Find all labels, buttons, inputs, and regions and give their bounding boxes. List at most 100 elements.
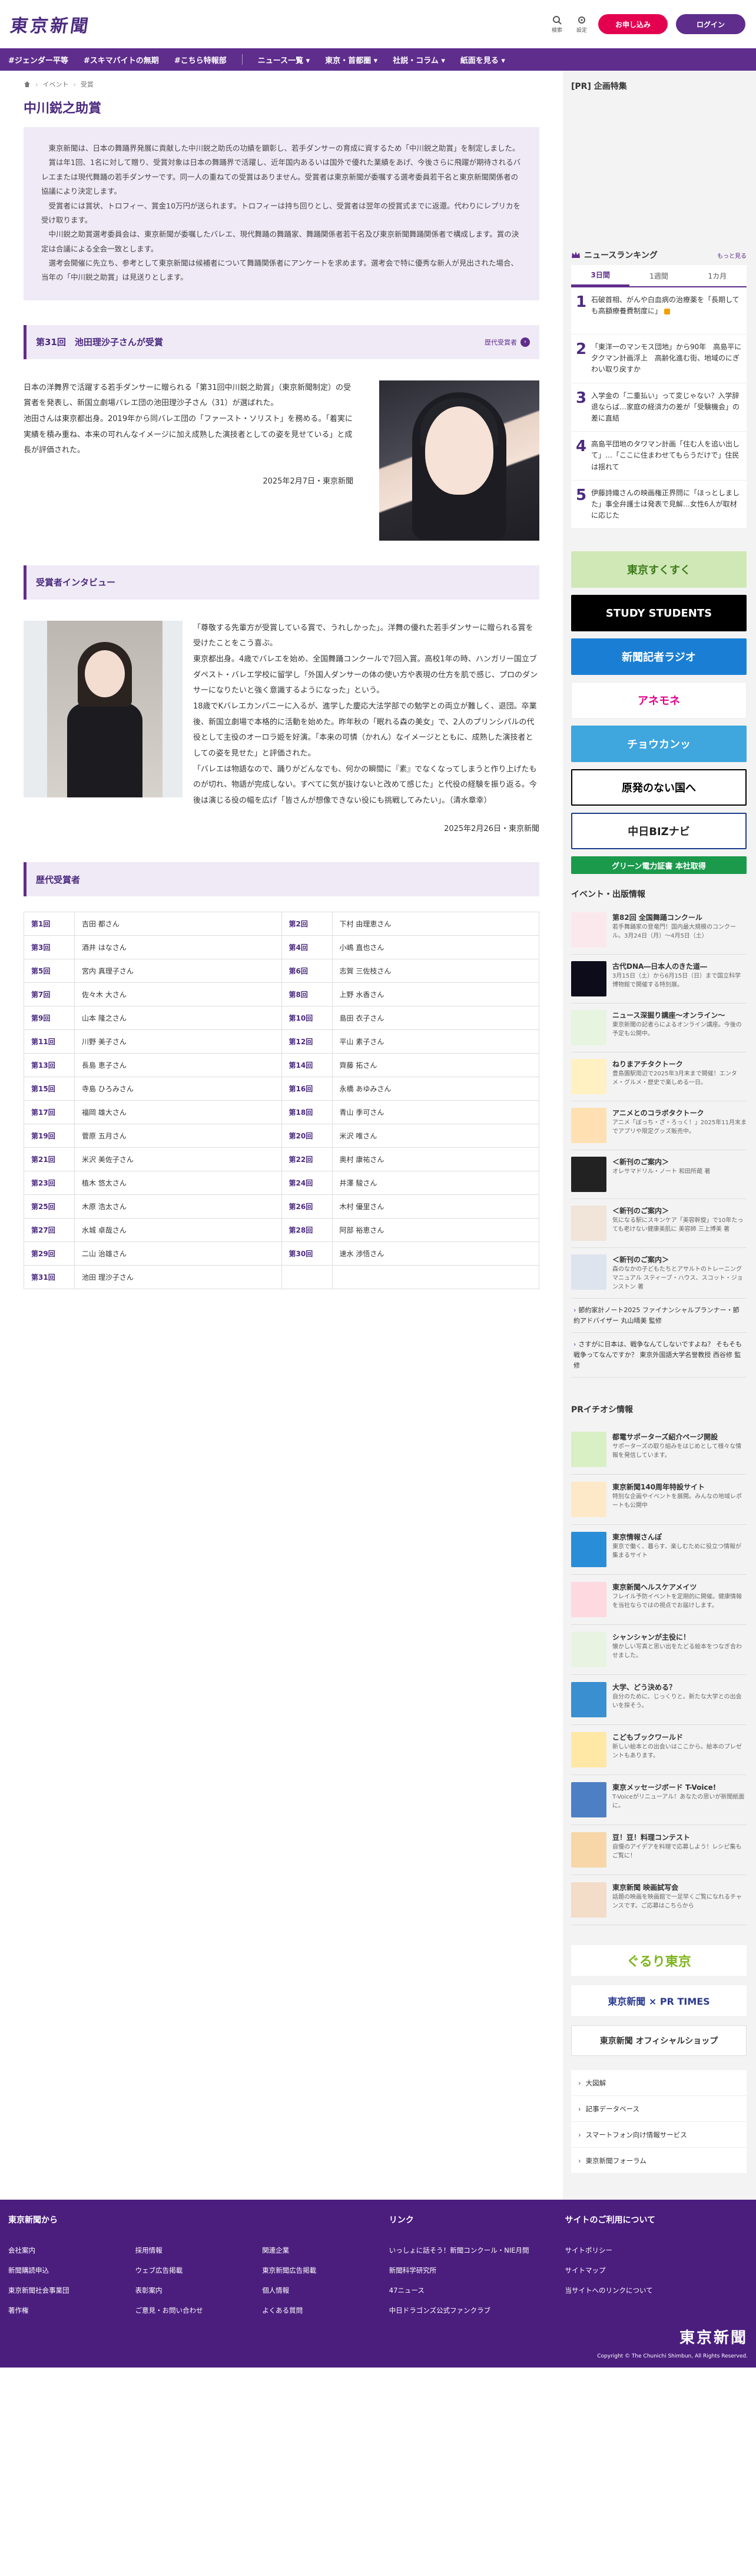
- event-item[interactable]: ＜新刊のご案内＞ オレサマドリル・ノート 和田所蔵 著: [571, 1150, 747, 1200]
- pr-pick-item[interactable]: こどもブックワールド 新しい絵本との出会いはここから。絵本のプレゼントもあります…: [571, 1725, 747, 1776]
- footer-link[interactable]: サイトポリシー: [565, 2246, 748, 2255]
- footer-link[interactable]: 中日ドラゴンズ公式ファンクラブ: [389, 2306, 565, 2315]
- footer-link[interactable]: ご意見・お問い合わせ: [135, 2306, 263, 2315]
- banner-nuclear-free[interactable]: 原発のない国へ: [571, 769, 747, 806]
- footer-link[interactable]: 東京新聞社会事業団: [8, 2286, 135, 2295]
- winner-edition: 第20回: [281, 1124, 333, 1148]
- pr-pick-item[interactable]: 都電サポーターズ紹介ページ開設 サポーターズの取り組みをはじめとして様々な情報を…: [571, 1425, 747, 1475]
- pr-pick-item[interactable]: 東京情報さんぽ 東京で働く、暮らす、楽しむために役立つ情報が集まるサイト: [571, 1525, 747, 1575]
- event-item[interactable]: 第82回 全国舞踊コンクール 若手舞踊家の登竜門！国内最大規模のコンクール。3月…: [571, 906, 747, 955]
- winner-edition: 第27回: [24, 1218, 75, 1243]
- ranking-item[interactable]: 4 高島平団地のタワマン計画「住む人を追い出して」…「ここに住まわせてもらうだけで…: [571, 432, 747, 481]
- sidebar-link-forum[interactable]: › 東京新聞フォーラム: [571, 2148, 747, 2174]
- pr-pick-item[interactable]: シャンシャンが主役に！ 懐かしい写真と思い出をたどる絵本をつなぎ合わせました。: [571, 1625, 747, 1676]
- subscribe-button[interactable]: お申し込み: [598, 14, 668, 34]
- footer-logo[interactable]: 東京新聞: [679, 2326, 748, 2347]
- nav-item-tokyo[interactable]: 東京・首都圏 ▾: [325, 54, 377, 65]
- footer-link[interactable]: いっしょに話そう！新聞コンクール・NIE月間: [389, 2246, 565, 2255]
- event-item[interactable]: アニメとのコラボタクトーク アニメ「ぼっち・ざ・ろっく！」2025年11月末まで…: [571, 1101, 747, 1151]
- winner-edition: 第5回: [24, 959, 75, 984]
- banner-anemone[interactable]: アネモネ: [571, 682, 747, 719]
- banner-green-power[interactable]: グリーン電力証書 本社取得: [571, 856, 747, 875]
- ranking-item[interactable]: 3 入学金の「二重払い」って変じゃない？入学辞退ならば…家庭の経済力の差が「受験機…: [571, 383, 747, 432]
- nav-item-gender[interactable]: #ジェンダー平等: [8, 54, 68, 65]
- footer-link[interactable]: 採用情報: [135, 2246, 263, 2255]
- footer-link[interactable]: 新聞科学研究所: [389, 2266, 565, 2275]
- interview-date: 2025年2月26日・東京新聞: [444, 825, 539, 834]
- breadcrumb-events[interactable]: イベント: [42, 80, 68, 89]
- ranking-more-link[interactable]: もっと見る: [717, 251, 747, 260]
- ranking-list: 1 石破首相、がんや白血病の治療薬を「長期しても高額療養費制度に」 2 「東洋一のマ…: [571, 287, 747, 529]
- settings-button[interactable]: 設定: [573, 15, 590, 34]
- winner-name: 小嶋 直也さん: [331, 935, 539, 960]
- sidebar-link-database[interactable]: › 記事データベース: [571, 2096, 747, 2123]
- login-button[interactable]: ログイン: [676, 14, 745, 34]
- footer-link[interactable]: ウェブ広告掲載: [135, 2266, 263, 2275]
- nav-item-sukima[interactable]: #スキマバイトの無期: [84, 54, 159, 65]
- search-button[interactable]: 検索: [549, 15, 565, 34]
- ranking-headline: 高島平団地のタワマン計画「住む人を追い出して」…「ここに住まわせてもらうだけで」…: [591, 440, 740, 471]
- winner-edition: 第19回: [24, 1124, 75, 1148]
- footer-link[interactable]: 当サイトへのリンクについて: [565, 2286, 748, 2295]
- book-link[interactable]: › 節約家計ノート2025 ファイナンシャルプランナー・節約アドバイザー 丸山晴美…: [571, 1299, 747, 1333]
- pr-pick-item[interactable]: 東京メッセージボード T-Voice! T-Voiceがリニューアル！あなたの思…: [571, 1775, 747, 1826]
- pr-pick-item[interactable]: 東京新聞ヘルスケアメイツ フレイル予防イベントを定期的に開催。健康情報を当社なら…: [571, 1575, 747, 1625]
- site-footer: 東京新聞から 会社案内 採用情報 関連企業 新聞購読申込 ウェブ広告掲載 東京新聞広告掲載…: [0, 2200, 756, 2368]
- footer-link[interactable]: 著作権: [8, 2306, 135, 2315]
- tab-1month[interactable]: 1カ月: [688, 265, 747, 286]
- intro-box: 東京新聞は、日本の舞踊界発展に貢献した中川鋭之助氏の功績を顕彰し、若手ダンサーの…: [24, 127, 539, 300]
- chevron-right-icon: ›: [520, 337, 530, 347]
- pr-pick-item[interactable]: 東京新聞 映画試写会 話題の映画を映画館で一足早くご覧になれるチャンスです。ご応…: [571, 1875, 747, 1926]
- banner-chunichi-biz[interactable]: 中日BIZナビ: [571, 813, 747, 850]
- footer-link[interactable]: 新聞購読申込: [8, 2266, 135, 2275]
- ranking-item[interactable]: 2 「東洋一のマンモス団地」から90年 高島平に夕クマン計画浮上 高齢化進む街、地…: [571, 335, 747, 383]
- event-item[interactable]: ＜新刊のご案内＞ 気になる駅にスキンケア「美容幹旋」で10年たっても老けない健康…: [571, 1199, 747, 1249]
- pr-pick-title: こどもブックワールド: [612, 1733, 684, 1742]
- tab-1week[interactable]: 1週間: [629, 265, 688, 286]
- banner-official-shop[interactable]: 東京新聞 オフィシャルショップ: [571, 2025, 747, 2057]
- ranking-item[interactable]: 5 伊藤詩織さんの映画権正界問に「ほっとしました」事全弁護士は発表で見解…女性6人…: [571, 481, 747, 529]
- pr-pick-item[interactable]: 大学、どう決める？ 自分のために、じっくりと。新たな大学との出会いを探そう。: [571, 1675, 747, 1726]
- breadcrumb-awards[interactable]: 受賞: [81, 80, 94, 89]
- nav-item-editorial[interactable]: 社説・コラム ▾: [393, 54, 445, 65]
- table-row: 第19回 菅原 五月さん 第20回 米沢 唯さん: [24, 1124, 539, 1148]
- event-item[interactable]: ＜新刊のご案内＞ 森のなかの子どもたちとアサルトのトレーニングマニュアル スティ…: [571, 1248, 747, 1299]
- footer-link[interactable]: 47ニュース: [389, 2286, 565, 2295]
- footer-link[interactable]: 関連企業: [262, 2246, 389, 2255]
- event-item[interactable]: 古代DNA―日本人のきた道― 3月15日（土）から6月15日（日）まで国立科学博…: [571, 955, 747, 1004]
- footer-link[interactable]: 表彰案内: [135, 2286, 263, 2295]
- nav-item-tokuhou[interactable]: #こちら特報部: [174, 54, 227, 65]
- sidebar-link-smartphone[interactable]: › スマートフォン向け情報サービス: [571, 2122, 747, 2148]
- banner-sukusuku[interactable]: 東京すくすく: [571, 551, 747, 588]
- tab-3days[interactable]: 3日間: [571, 265, 630, 286]
- sidebar-link-zukai[interactable]: › 大図解: [571, 2070, 747, 2097]
- ranking-title-wrap: ニュースランキング: [571, 249, 658, 261]
- banner-pr-times[interactable]: 東京新聞 × PR TIMES: [571, 1985, 747, 2017]
- pr-pick-item[interactable]: 東京新聞140周年特設サイト 特別な企画やイベントを展開。みんなの地域レポートも…: [571, 1475, 747, 1525]
- site-logo[interactable]: 東京新聞: [9, 11, 92, 37]
- footer-link[interactable]: 会社案内: [8, 2246, 135, 2255]
- event-item[interactable]: ねりまアチタクトーク 豊島園駅周辺で2025年3月末まで開催！エンタメ・グルメ・…: [571, 1052, 747, 1102]
- footer-link[interactable]: よくある質問: [262, 2306, 389, 2315]
- banner-chokan[interactable]: チョウカンッ: [571, 726, 747, 763]
- banner-study-students[interactable]: STUDY STUDENTS: [571, 595, 747, 632]
- pr-pick-item[interactable]: 豆！豆！料理コンテスト 自慢のアイデアを料理で応募しよう！レシピ集もご覧に！: [571, 1825, 747, 1876]
- page-body: › イベント › 受賞 中川鋭之助賞 東京新聞は、日本の舞踊界発展に貢献した中川…: [0, 71, 756, 2200]
- banner-reporter-radio[interactable]: 新聞記者ラジオ: [571, 638, 747, 676]
- ranking-item[interactable]: 1 石破首相、がんや白血病の治療薬を「長期しても高額療養費制度に」: [571, 287, 747, 335]
- nav-item-paper[interactable]: 紙面を見る ▾: [460, 54, 505, 65]
- home-icon[interactable]: [24, 81, 31, 88]
- footer-link[interactable]: サイトマップ: [565, 2266, 748, 2275]
- banner-gururi-tokyo[interactable]: ぐるり東京: [571, 1945, 747, 1976]
- event-item[interactable]: ニュース深掘り講座〜オンライン〜 東京新聞の記者らによるオンライン講座。今後の予…: [571, 1004, 747, 1053]
- footer-link[interactable]: 東京新聞広告掲載: [262, 2266, 389, 2275]
- event-thumbnail: [571, 1059, 606, 1095]
- winner-edition: 第21回: [24, 1147, 75, 1172]
- nav-item-news[interactable]: ニュース一覧 ▾: [258, 54, 310, 65]
- past-winners-link[interactable]: 歴代受賞者 ›: [485, 337, 530, 347]
- winner-edition: 第7回: [24, 982, 75, 1007]
- book-link[interactable]: › さすがに日本は、戦争なんてしないですよね？ そもそも戦争ってなんですか？ 東京…: [571, 1333, 747, 1378]
- winner-name: [331, 1265, 539, 1290]
- footer-link[interactable]: 個人情報: [262, 2286, 389, 2295]
